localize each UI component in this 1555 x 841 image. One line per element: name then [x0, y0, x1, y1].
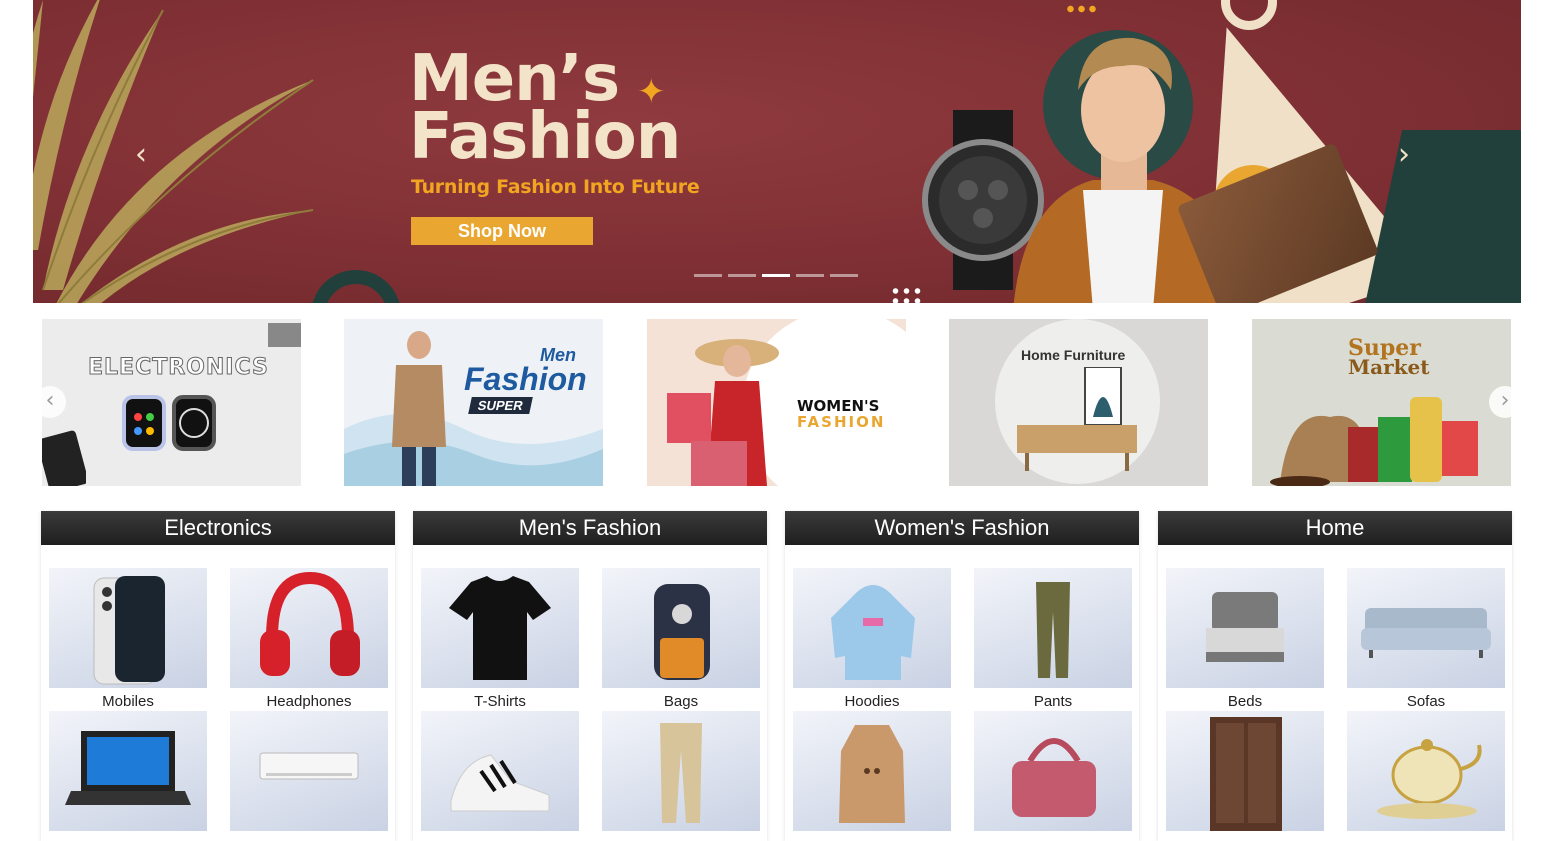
card-title: Home [1158, 511, 1512, 545]
product-label: Hoodies [844, 693, 900, 710]
product-tile[interactable] [230, 711, 388, 831]
banner-home-furniture[interactable]: Home Furniture [949, 319, 1208, 486]
banner-super-market[interactable]: Super Market [1252, 319, 1511, 486]
product-label: Mobiles [102, 693, 154, 710]
carousel-indicator[interactable] [728, 274, 756, 277]
banner-men-fashion[interactable]: Men Fashion SUPER [344, 319, 603, 486]
category-card-electronics: Electronics Mobiles Headphones [41, 511, 395, 841]
hero-subtitle: Turning Fashion Into Future [411, 176, 700, 198]
hero-carousel[interactable]: Men’s Fashion ✦ Turning Fashion Into Fut… [33, 0, 1521, 303]
carousel-indicators [694, 274, 858, 277]
sofa-image [1361, 608, 1491, 658]
product-tile-hoodies[interactable] [793, 568, 951, 688]
headphones-image [260, 571, 360, 676]
banner-label: Home Furniture [1021, 347, 1126, 363]
carousel-indicator-active[interactable] [762, 274, 790, 277]
air-conditioner-image [259, 752, 359, 780]
banner-label: ELECTRONICS [88, 355, 269, 381]
sparkle-icon: ✦ [637, 73, 666, 111]
phone-image [93, 576, 165, 685]
product-tile[interactable] [602, 711, 760, 831]
hoodie-image [831, 585, 915, 680]
product-tile[interactable] [974, 711, 1132, 831]
card-title: Electronics [41, 511, 395, 545]
palm-leaf-decoration [33, 0, 314, 303]
product-label: Beds [1227, 693, 1263, 710]
product-tile-tshirts[interactable] [421, 568, 579, 688]
product-tile-bags[interactable] [602, 568, 760, 688]
carousel-indicator[interactable] [694, 274, 722, 277]
product-label: Bags [663, 693, 699, 710]
cargo-pants-image [1036, 582, 1070, 678]
product-tile-beds[interactable] [1166, 568, 1324, 688]
sneakers-image [450, 754, 550, 812]
backpack-image [654, 584, 710, 680]
handbag-image [1012, 738, 1096, 817]
category-card-womens-fashion: Women's Fashion Hoodies Pants [785, 511, 1139, 841]
product-tile-pants[interactable] [974, 568, 1132, 688]
woman-model-image [667, 339, 779, 486]
banner-badge: SUPER [468, 397, 533, 414]
phone-image [42, 430, 86, 486]
laptop-image [65, 731, 191, 805]
banner-label: FASHION [797, 413, 886, 431]
bed-image [1206, 592, 1284, 662]
category-card-home: Home Beds Sofas [1158, 511, 1512, 841]
product-label: Sofas [1406, 693, 1446, 710]
banner-women-fashion[interactable]: WOMEN'S FASHION [647, 319, 906, 486]
man-model-image [392, 331, 446, 486]
product-tile[interactable] [1166, 711, 1324, 831]
decor-dots [1065, 4, 1099, 14]
product-tile-mobiles[interactable] [49, 568, 207, 688]
category-card-mens-fashion: Men's Fashion T-Shirts Bags [413, 511, 767, 841]
laptop-image [268, 323, 301, 347]
carousel-indicator[interactable] [796, 274, 824, 277]
coat-image [839, 725, 905, 823]
banner-electronics[interactable]: ELECTRONICS [42, 319, 301, 486]
wardrobe-image [1210, 717, 1282, 831]
product-tile[interactable] [421, 711, 579, 831]
groceries-image [1270, 397, 1478, 486]
card-title: Women's Fashion [785, 511, 1139, 545]
smartwatch-image [122, 395, 216, 451]
chinos-image [660, 723, 702, 823]
shop-now-button[interactable]: Shop Now [411, 217, 593, 245]
product-tile[interactable] [793, 711, 951, 831]
carousel-indicator[interactable] [830, 274, 858, 277]
category-banner-slider: ELECTRONICS Men Fashion SUPER WOMEN'S FA… [42, 319, 1512, 486]
banner-label: Market [1348, 355, 1430, 379]
product-label: Headphones [266, 693, 352, 710]
product-tile[interactable] [1347, 711, 1505, 831]
product-label: Pants [1033, 693, 1073, 710]
chevron-left-icon[interactable]: ‹ [135, 137, 147, 172]
furniture-image [1017, 367, 1137, 471]
teapot-image [1377, 739, 1482, 819]
product-tile-headphones[interactable] [230, 568, 388, 688]
tshirt-image [449, 576, 551, 680]
chevron-right-icon[interactable]: › [1398, 137, 1410, 172]
product-label: T-Shirts [474, 693, 526, 710]
chevron-right-icon[interactable]: › [1489, 386, 1521, 418]
banner-label: Fashion [464, 361, 587, 397]
product-tile[interactable] [49, 711, 207, 831]
hero-title-line: Fashion [409, 100, 681, 174]
product-tile-sofas[interactable] [1347, 568, 1505, 688]
chevron-left-icon[interactable]: ‹ [34, 386, 66, 418]
card-title: Men's Fashion [413, 511, 767, 545]
